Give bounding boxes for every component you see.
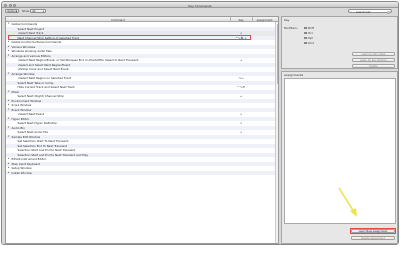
delete-assignment-button[interactable]: Delete Assignment <box>351 236 395 241</box>
modifier-shift-checkbox[interactable]: Shift <box>304 26 314 30</box>
delete-key-button[interactable]: Delete <box>352 64 395 68</box>
window-title: Key Commands <box>188 3 212 8</box>
toolbar: Options ▾ Show: All ▾ ⌕ select next × <box>2 8 398 15</box>
scrollbar-thumb[interactable] <box>276 24 278 84</box>
learn-by-key-label-button[interactable]: Learn by Key Label <box>352 52 395 57</box>
chevron-down-icon: ▾ <box>42 10 44 13</box>
modifier-cmd-checkbox[interactable]: Cmd <box>304 41 314 45</box>
key-commands-window: Key Commands Options ▾ Show: All ▾ ⌕ sel… <box>1 1 399 245</box>
key-panel: Key Modifiers: Shift Ctrl Opt Cmd Learn … <box>281 16 398 69</box>
learn-new-assignment-highlight <box>350 228 396 235</box>
annotation-arrow-icon <box>338 187 357 217</box>
learn-by-key-position-button[interactable]: Learn by Key Position <box>352 58 395 63</box>
key-panel-title: Key <box>284 18 290 22</box>
highlighted-row-outline <box>8 35 251 40</box>
modifier-opt-checkbox[interactable]: Opt <box>304 36 313 40</box>
right-sidebar: Key Modifiers: Shift Ctrl Opt Cmd Learn … <box>281 16 398 244</box>
show-filter-select[interactable]: All ▾ <box>30 9 46 14</box>
command-table: Command Key Assignment ▾ Global Commands S… <box>5 16 279 244</box>
disclosure-closed-icon[interactable]: ▸ <box>8 171 9 176</box>
modifiers-label: Modifiers: <box>284 26 298 30</box>
modifier-ctrl-checkbox[interactable]: Ctrl <box>304 31 313 35</box>
assignments-panel-title: Assignments <box>284 73 304 77</box>
table-row[interactable]: ▸ Install Window <box>6 170 278 176</box>
show-filter-value: All <box>32 10 36 13</box>
options-menu[interactable]: Options ▾ <box>5 9 19 14</box>
arrow-head <box>350 208 357 217</box>
command-rows: ▾ Global Commands Select Next Project •Sele… <box>6 22 278 175</box>
search-input[interactable]: select next <box>356 11 370 14</box>
search-field[interactable]: ⌕ select next × <box>348 9 392 14</box>
screenshot: { "window": { "title": "Key Commands" },… <box>0 0 400 254</box>
arrow-shaft <box>338 187 355 213</box>
clear-search-icon[interactable]: × <box>387 10 390 14</box>
command-label: Install Window <box>11 170 32 175</box>
assignments-panel: Assignments Learn New Assignment Delete … <box>281 71 398 244</box>
show-label: Show: <box>22 9 30 13</box>
vertical-scrollbar[interactable] <box>275 22 278 243</box>
search-icon: ⌕ <box>350 10 352 14</box>
chevron-down-icon: ▾ <box>15 10 17 13</box>
